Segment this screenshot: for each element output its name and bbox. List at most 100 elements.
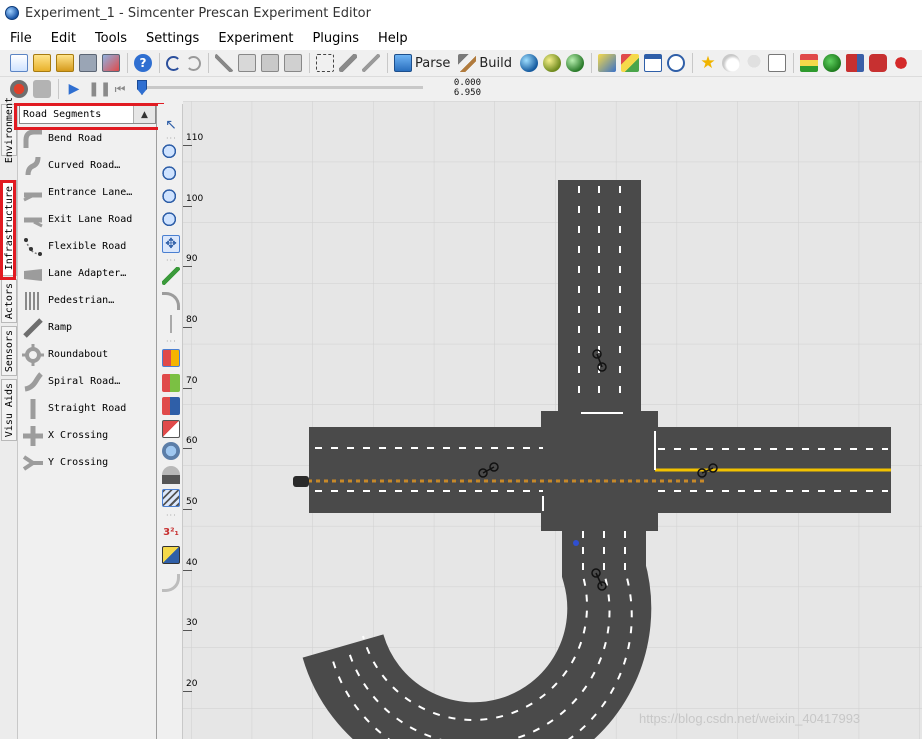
speed-icon[interactable]: [162, 466, 180, 484]
flexible-road-icon: [18, 235, 48, 259]
zoom-in-icon[interactable]: [162, 166, 180, 184]
library-item-exit-lane-road[interactable]: Exit Lane Road: [18, 206, 157, 233]
ruler-tick: [183, 509, 192, 510]
library-item-bend-road[interactable]: Bend Road: [18, 125, 157, 152]
editor-tools: ↖ ··· ✥ ··· ··· ··· 3²₁: [158, 104, 183, 739]
edit-path-icon[interactable]: [620, 54, 639, 72]
menu-help[interactable]: Help: [368, 31, 417, 46]
dropdown-arrow-icon[interactable]: ▲: [133, 106, 155, 123]
new-icon[interactable]: [10, 54, 28, 72]
library-item-ramp[interactable]: Ramp: [18, 314, 157, 341]
select-area-icon[interactable]: [316, 54, 334, 72]
earth-icon[interactable]: [822, 54, 841, 72]
spiral-road-icon: [18, 370, 48, 394]
curve-gray-icon[interactable]: [162, 574, 180, 592]
menu-plugins[interactable]: Plugins: [302, 31, 368, 46]
menu-settings[interactable]: Settings: [136, 31, 208, 46]
tab-visu-aids[interactable]: Visu Aids: [1, 379, 17, 441]
library-category-select[interactable]: Road Segments ▲: [19, 105, 156, 124]
time-slider-track[interactable]: [138, 86, 423, 89]
tab-actors[interactable]: Actors: [1, 279, 17, 323]
cut-icon[interactable]: [215, 54, 233, 72]
redo-icon[interactable]: [186, 55, 201, 71]
detection-icon[interactable]: [162, 420, 180, 438]
tab-sensors[interactable]: Sensors: [1, 326, 17, 376]
ruler-label: 20: [186, 679, 198, 689]
object-icon[interactable]: [162, 442, 180, 460]
help-icon[interactable]: ?: [134, 54, 152, 72]
flag-icon[interactable]: [799, 54, 818, 72]
copy-icon[interactable]: [238, 54, 256, 72]
radar-sensor-icon[interactable]: [162, 374, 180, 392]
x-crossing-icon: [18, 424, 48, 448]
numbering-icon[interactable]: 3²₁: [162, 524, 180, 542]
draw-path-icon[interactable]: [162, 267, 180, 285]
globe-yellow-icon[interactable]: [542, 54, 561, 72]
camera-sensor-icon[interactable]: [162, 349, 180, 367]
save-as-icon[interactable]: [102, 54, 120, 72]
library-item-curved-road[interactable]: Curved Road…: [18, 152, 157, 179]
calendar-icon[interactable]: [643, 54, 662, 72]
toolbar-separator: [309, 53, 310, 73]
curve-tool-icon[interactable]: [162, 292, 180, 310]
weather-icon[interactable]: [721, 54, 740, 72]
record-icon[interactable]: [10, 80, 28, 98]
ruler-tick: [183, 266, 192, 267]
tool-separator: ···: [166, 511, 177, 520]
pointer-icon[interactable]: ↖: [162, 116, 180, 134]
visualize-icon[interactable]: [33, 80, 51, 98]
save-icon[interactable]: [79, 54, 97, 72]
menu-tools[interactable]: Tools: [85, 31, 136, 46]
zoom-region-icon[interactable]: [162, 212, 180, 230]
properties-icon[interactable]: [284, 54, 302, 72]
layer-icon[interactable]: [162, 546, 180, 564]
tab-infrastructure[interactable]: Infrastructure: [1, 180, 17, 276]
library-item-x-crossing[interactable]: X Crossing: [18, 422, 157, 449]
globe-green-icon[interactable]: [565, 54, 584, 72]
open-icon[interactable]: [33, 54, 51, 72]
library-item-label: Pedestrian…: [48, 295, 115, 306]
library-item-pedestrian[interactable]: Pedestrian…: [18, 287, 157, 314]
zoom-icon[interactable]: [162, 144, 180, 162]
library-item-roundabout[interactable]: Roundabout: [18, 341, 157, 368]
open-recent-icon[interactable]: [56, 54, 74, 72]
menu-experiment[interactable]: Experiment: [208, 31, 302, 46]
truck-icon[interactable]: [845, 54, 864, 72]
library-item-y-crossing[interactable]: Y Crossing: [18, 449, 157, 476]
parse-button[interactable]: Parse: [394, 54, 450, 72]
ruler-label: 100: [186, 194, 204, 204]
library-item-flexible-road[interactable]: Flexible Road: [18, 233, 157, 260]
clock-icon[interactable]: [666, 54, 685, 72]
car-icon[interactable]: [868, 54, 887, 72]
menu-file[interactable]: File: [0, 31, 41, 46]
star-icon[interactable]: ★: [699, 54, 717, 72]
library-item-straight-road[interactable]: Straight Road: [18, 395, 157, 422]
pause-icon[interactable]: ❚❚: [88, 80, 111, 98]
toolbar-separator: [691, 53, 693, 73]
lidar-sensor-icon[interactable]: [162, 397, 180, 415]
build-button[interactable]: Build: [458, 54, 512, 72]
cloud-rain-icon[interactable]: [744, 54, 763, 72]
measure-icon[interactable]: [597, 54, 616, 72]
rewind-icon[interactable]: ⏮: [111, 80, 129, 98]
scene-canvas[interactable]: 110 100 90 80 70 60 50 40 30 20 https://…: [183, 101, 922, 739]
library-item-spiral-road[interactable]: Spiral Road…: [18, 368, 157, 395]
globe-icon[interactable]: [519, 54, 538, 72]
chart-icon[interactable]: [767, 54, 786, 72]
trajectory-icon[interactable]: [162, 489, 180, 507]
paste-icon[interactable]: [261, 54, 279, 72]
pen-icon[interactable]: [362, 54, 380, 72]
connector-icon[interactable]: [162, 315, 180, 333]
zoom-out-icon[interactable]: [162, 189, 180, 207]
library-item-lane-adapter[interactable]: Lane Adapter…: [18, 260, 157, 287]
bug-icon[interactable]: [891, 54, 910, 72]
menu-edit[interactable]: Edit: [41, 31, 85, 46]
undo-icon[interactable]: [166, 55, 181, 71]
ruler-tick: [183, 206, 192, 207]
wrench-icon[interactable]: [339, 54, 357, 72]
tab-environment[interactable]: Environment: [1, 97, 17, 163]
play-icon[interactable]: ▶: [65, 80, 83, 98]
library-item-entrance-lane[interactable]: Entrance Lane…: [18, 179, 157, 206]
ruler-label: 90: [186, 254, 198, 264]
pan-icon[interactable]: ✥: [162, 235, 180, 253]
